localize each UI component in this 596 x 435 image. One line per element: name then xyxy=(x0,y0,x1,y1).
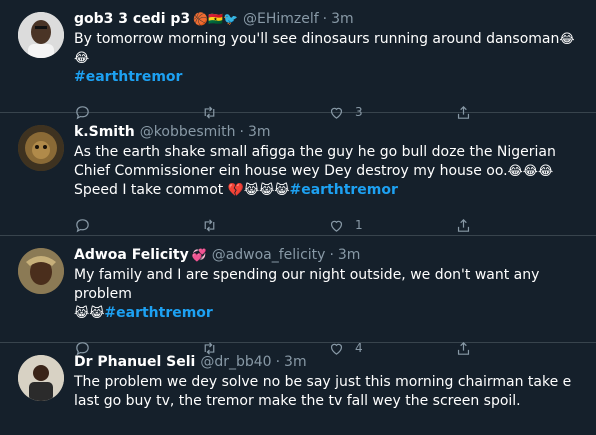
tweet-body: By tomorrow morning you'll see dinosaurs… xyxy=(74,31,560,47)
like-icon xyxy=(330,220,343,232)
tweet-header: Dr Phanuel Seli @dr_bb40 · 3m xyxy=(74,353,582,372)
hashtag-link[interactable]: #earthtremor xyxy=(289,182,397,198)
tweet[interactable]: k.Smith @kobbesmith · 3m As the earth sh… xyxy=(0,113,596,236)
timestamp[interactable]: 3m xyxy=(248,123,271,142)
user-handle[interactable]: @kobbesmith xyxy=(140,123,236,142)
tweet[interactable]: Adwoa Felicity 💞 @adwoa_felicity · 3m My… xyxy=(0,236,596,355)
share-button[interactable] xyxy=(455,217,582,234)
reply-icon xyxy=(76,218,89,232)
tweet-content: gob3 3 cedi p3 🏀🇬🇭🐦 @EHimzelf · 3m By to… xyxy=(74,10,582,119)
hashtag-link[interactable]: #earthtremor xyxy=(104,305,212,321)
display-name[interactable]: gob3 3 cedi p3 xyxy=(74,10,190,29)
tweet-body: My family and I are spending our night o… xyxy=(74,267,540,302)
tweet-header: Adwoa Felicity 💞 @adwoa_felicity · 3m xyxy=(74,246,582,265)
tweet-text: The problem we dey solve no be say just … xyxy=(74,374,572,409)
timestamp[interactable]: 3m xyxy=(331,10,354,29)
retweet-icon xyxy=(204,218,215,232)
user-handle[interactable]: @dr_bb40 xyxy=(200,353,271,372)
separator-dot: · xyxy=(275,354,281,370)
timestamp[interactable]: 3m xyxy=(284,353,307,372)
tweet-content: k.Smith @kobbesmith · 3m As the earth sh… xyxy=(74,123,582,235)
avatar[interactable] xyxy=(18,355,64,401)
tweet-body-line2: Speed I take commot xyxy=(74,182,224,198)
like-button[interactable]: 1 xyxy=(328,217,455,234)
reply-button[interactable] xyxy=(74,217,201,234)
tweet-header: gob3 3 cedi p3 🏀🇬🇭🐦 @EHimzelf · 3m xyxy=(74,10,582,29)
hashtag-link[interactable]: #earthtremor xyxy=(74,69,182,85)
tweet[interactable]: gob3 3 cedi p3 🏀🇬🇭🐦 @EHimzelf · 3m By to… xyxy=(0,0,596,119)
tweet-emoji: 💔😹😹😹 xyxy=(227,183,290,198)
tweet[interactable]: Dr Phanuel Seli @dr_bb40 · 3m The proble… xyxy=(0,343,596,435)
avatar[interactable] xyxy=(18,12,64,58)
tweet-text: As the earth shake small afigga the guy … xyxy=(74,143,582,200)
share-icon xyxy=(457,218,470,232)
tweet-header: k.Smith @kobbesmith · 3m xyxy=(74,123,582,142)
timestamp[interactable]: 3m xyxy=(338,246,361,265)
tweet-text: By tomorrow morning you'll see dinosaurs… xyxy=(74,30,582,87)
tweet-emoji: 😹😹 xyxy=(74,306,105,321)
retweet-button[interactable] xyxy=(201,217,328,234)
tweet-emoji: 😂😂😂 xyxy=(507,164,554,179)
separator-dot: · xyxy=(239,124,244,140)
user-handle[interactable]: @EHimzelf xyxy=(243,10,319,29)
timeline-feed: gob3 3 cedi p3 🏀🇬🇭🐦 @EHimzelf · 3m By to… xyxy=(0,0,596,435)
display-name[interactable]: k.Smith xyxy=(74,123,135,142)
tweet-body: As the earth shake small afigga the guy … xyxy=(74,144,556,179)
tweet-content: Dr Phanuel Seli @dr_bb40 · 3m The proble… xyxy=(74,353,582,435)
like-count: 1 xyxy=(355,218,363,232)
display-name[interactable]: Adwoa Felicity xyxy=(74,246,189,265)
user-handle[interactable]: @adwoa_felicity xyxy=(212,246,326,265)
name-emoji: 💞 xyxy=(191,248,207,262)
separator-dot: · xyxy=(322,11,328,27)
name-emoji: 🏀🇬🇭🐦 xyxy=(193,12,238,26)
avatar[interactable] xyxy=(18,248,64,294)
avatar[interactable] xyxy=(18,125,64,171)
tweet-text: My family and I are spending our night o… xyxy=(74,266,582,323)
display-name[interactable]: Dr Phanuel Seli xyxy=(74,353,195,372)
tweet-content: Adwoa Felicity 💞 @adwoa_felicity · 3m My… xyxy=(74,246,582,355)
separator-dot: · xyxy=(329,247,334,263)
